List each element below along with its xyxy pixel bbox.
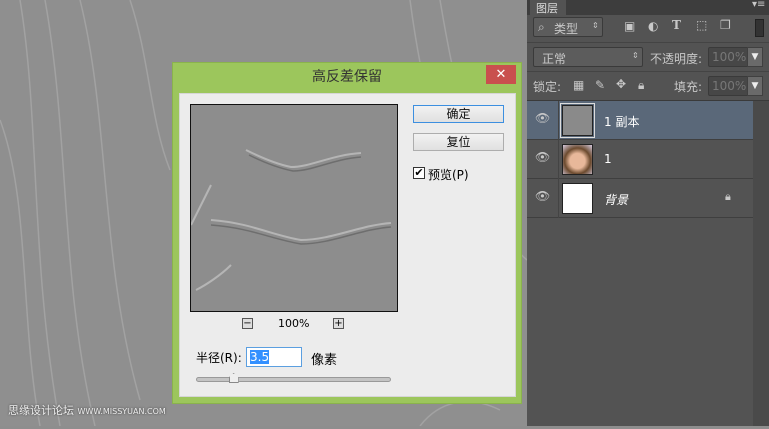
slider-thumb[interactable] bbox=[228, 373, 239, 383]
blend-mode-select[interactable]: 正常 ⇕ bbox=[533, 47, 643, 67]
divider bbox=[527, 42, 769, 43]
layer-name[interactable]: 背景 bbox=[604, 191, 628, 208]
dialog-title[interactable]: 高反差保留 bbox=[173, 63, 521, 91]
preview-image[interactable] bbox=[190, 104, 398, 312]
updown-icon: ⇕ bbox=[632, 51, 639, 60]
radius-input[interactable]: 3.5 bbox=[246, 347, 302, 367]
preview-texture bbox=[191, 149, 392, 291]
shape-filter-icon[interactable]: ⬚ bbox=[696, 18, 707, 32]
panel-menu-icon[interactable]: ▾≡ bbox=[752, 0, 765, 10]
radius-unit: 像素 bbox=[311, 353, 338, 368]
radius-slider[interactable] bbox=[196, 373, 391, 383]
eye-icon[interactable]: 👁︎ bbox=[535, 150, 551, 164]
ok-button[interactable]: 确定 bbox=[413, 105, 504, 123]
opacity-value: 100% bbox=[712, 50, 747, 64]
zoom-out-button[interactable]: − bbox=[242, 318, 253, 329]
radius-value: 3.5 bbox=[250, 350, 270, 364]
layer-thumbnail bbox=[562, 144, 593, 175]
lock-brush-icon[interactable]: ✎ bbox=[595, 78, 605, 92]
filter-type-select[interactable]: ⌕ 类型 ⇕ bbox=[533, 17, 603, 37]
chevron-down-icon[interactable]: ▼ bbox=[747, 76, 763, 96]
layer-thumbnail bbox=[562, 183, 593, 214]
tab-layers[interactable]: 图层 bbox=[530, 0, 566, 15]
close-button[interactable]: ✕ bbox=[486, 65, 516, 84]
layer-name[interactable]: 1 副本 bbox=[604, 113, 639, 130]
layers-panel: 图层 ▾≡ ⌕ 类型 ⇕ ▣ ◐ T ⬚ ❐ 正常 ⇕ 不透明度: 100% ▼… bbox=[527, 0, 769, 426]
watermark-text: 思缘设计论坛 bbox=[8, 404, 74, 417]
layer-thumbnail bbox=[560, 103, 595, 138]
updown-icon: ⇕ bbox=[592, 21, 599, 30]
reset-button[interactable]: 复位 bbox=[413, 133, 504, 151]
smart-object-filter-icon[interactable]: ❐ bbox=[720, 18, 731, 32]
opacity-label: 不透明度: bbox=[650, 52, 703, 66]
dialog-body: 确定 复位 ✔ 预览(P) − 100% + 半径(R): 3.5 像素 bbox=[179, 93, 516, 397]
watermark-url: WWW.MISSYUAN.COM bbox=[77, 407, 166, 416]
lock-icon: 🔒︎ bbox=[725, 190, 731, 203]
zoom-in-button[interactable]: + bbox=[333, 318, 344, 329]
scrollbar[interactable] bbox=[753, 101, 769, 426]
high-pass-dialog: 高反差保留 ✕ 确定 复位 ✔ 预览(P) − 100% + 半径(R): 3.… bbox=[172, 62, 522, 404]
lock-all-icon[interactable]: 🔒︎ bbox=[638, 78, 644, 93]
layer-row[interactable]: 👁︎ 1 副本 bbox=[527, 101, 753, 140]
adjustment-filter-icon[interactable]: ◐ bbox=[648, 19, 658, 33]
chevron-down-icon[interactable]: ▼ bbox=[747, 47, 763, 67]
opacity-input[interactable]: 100% ▼ bbox=[708, 47, 763, 67]
watermark: 思缘设计论坛 WWW.MISSYUAN.COM bbox=[8, 402, 166, 418]
eye-icon[interactable]: 👁︎ bbox=[535, 189, 551, 203]
eye-icon[interactable]: 👁︎ bbox=[535, 111, 551, 125]
pixel-filter-icon[interactable]: ▣ bbox=[624, 19, 635, 33]
divider bbox=[527, 71, 769, 72]
layer-name[interactable]: 1 bbox=[604, 152, 612, 166]
fill-input[interactable]: 100% ▼ bbox=[708, 76, 763, 96]
preview-checkbox[interactable]: ✔ bbox=[413, 167, 425, 179]
layer-row[interactable]: 👁︎ 1 bbox=[527, 140, 753, 179]
lock-label: 锁定: bbox=[533, 80, 562, 94]
preview-label: 预览(P) bbox=[428, 168, 469, 182]
lock-transparent-icon[interactable]: ▦ bbox=[573, 78, 584, 92]
radius-label: 半径(R): bbox=[196, 351, 242, 365]
type-filter-icon[interactable]: T bbox=[672, 18, 681, 32]
blend-mode-value: 正常 bbox=[542, 52, 567, 66]
filter-label: 类型 bbox=[554, 22, 579, 36]
fill-value: 100% bbox=[712, 79, 747, 93]
layer-row[interactable]: 👁︎ 背景 🔒︎ bbox=[527, 179, 753, 218]
lock-move-icon[interactable]: ✥ bbox=[616, 77, 626, 91]
search-icon: ⌕ bbox=[538, 20, 545, 34]
fill-label: 填充: bbox=[674, 80, 703, 94]
zoom-level: 100% bbox=[278, 317, 310, 330]
filter-toggle[interactable] bbox=[755, 19, 764, 37]
